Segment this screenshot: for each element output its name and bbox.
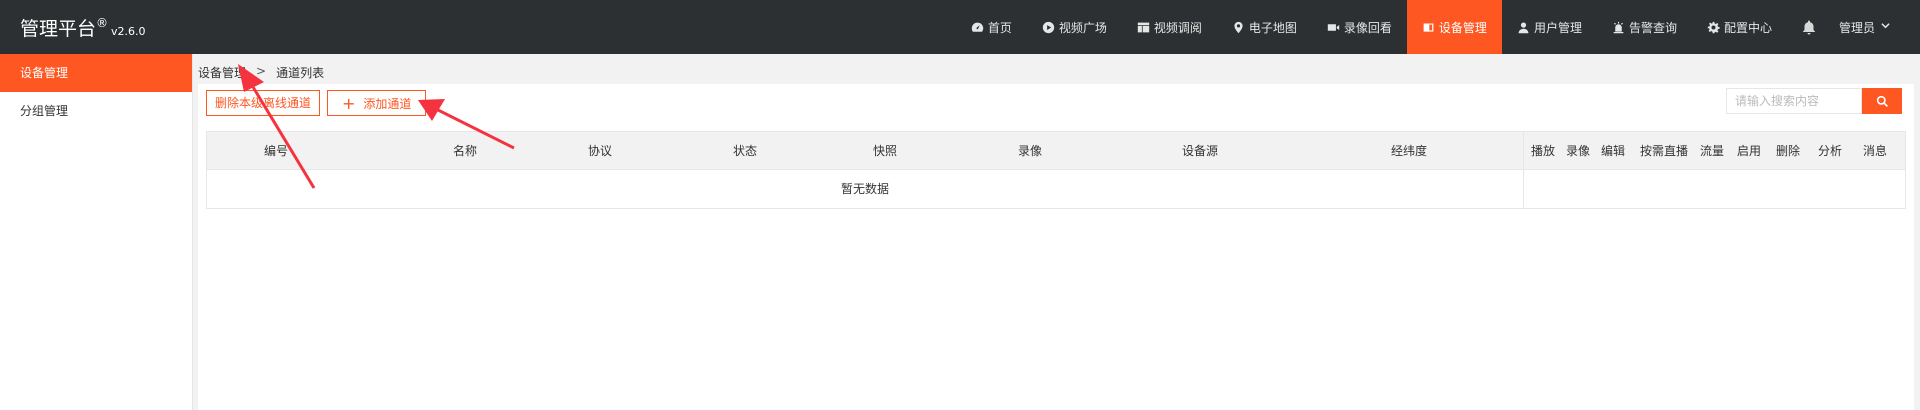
nav-label: 电子地图 <box>1248 20 1297 35</box>
dashboard-icon <box>971 20 985 34</box>
brand: 管理平台 ® v2.6.0 <box>20 14 146 41</box>
nav-home[interactable]: 首页 <box>956 0 1027 54</box>
alarm-icon <box>1612 20 1626 34</box>
nav-label: 设备管理 <box>1438 20 1487 35</box>
column-header-on-demand-live[interactable]: 按需直播 <box>1633 132 1695 170</box>
channel-list-panel: 删除本级离线通道 + 添加通道 编号 名称 协议 状态 快照 录像 设备源 经纬度… <box>198 84 1914 410</box>
delete-offline-channels-button[interactable]: 删除本级离线通道 <box>206 90 321 116</box>
nav-map[interactable]: 电子地图 <box>1217 0 1312 54</box>
nav-alarm-query[interactable]: 告警查询 <box>1597 0 1692 54</box>
breadcrumb: 设备管理 > 通道列表 <box>198 64 324 81</box>
nav-user-management[interactable]: 用户管理 <box>1502 0 1597 54</box>
user-icon <box>1517 20 1531 34</box>
nav-label: 录像回看 <box>1343 20 1392 35</box>
nav-label: 用户管理 <box>1533 20 1582 35</box>
column-header-delete[interactable]: 删除 <box>1769 132 1807 170</box>
registered-mark: ® <box>96 16 109 30</box>
plus-icon: + <box>342 94 356 113</box>
video-camera-icon <box>1327 20 1341 34</box>
play-circle-icon <box>1042 20 1056 34</box>
empty-state-text: 暂无数据 <box>840 182 889 196</box>
column-header-coordinates[interactable]: 经纬度 <box>1295 132 1523 170</box>
column-header-play[interactable]: 播放 <box>1523 132 1563 170</box>
column-header-message[interactable]: 消息 <box>1853 132 1897 170</box>
channel-table: 编号 名称 协议 状态 快照 录像 设备源 经纬度 播放 录像 编辑 按需直播 … <box>206 131 1906 209</box>
nav-label: 首页 <box>987 20 1012 35</box>
column-header-protocol[interactable]: 协议 <box>525 132 675 170</box>
add-channel-label: 添加通道 <box>363 97 412 111</box>
bell-icon <box>1802 20 1815 35</box>
notification-button[interactable] <box>1787 0 1831 54</box>
column-header-recording[interactable]: 录像 <box>955 132 1105 170</box>
brand-title: 管理平台 <box>20 18 97 40</box>
column-header-record[interactable]: 录像 <box>1563 132 1593 170</box>
column-header-enable[interactable]: 启用 <box>1729 132 1769 170</box>
column-header-status[interactable]: 状态 <box>675 132 815 170</box>
column-header-snapshot[interactable]: 快照 <box>815 132 955 170</box>
search-box <box>1726 88 1902 114</box>
device-icon <box>1422 20 1436 34</box>
sidebar-item-group-management[interactable]: 分组管理 <box>0 92 192 130</box>
column-header-device-source[interactable]: 设备源 <box>1105 132 1295 170</box>
nav-label: 告警查询 <box>1628 20 1677 35</box>
top-header: 管理平台 ® v2.6.0 首页 视频广场 视频调阅 电子地图 录像回看 设备管… <box>0 0 1920 54</box>
nav-label: 视频调阅 <box>1153 20 1202 35</box>
sidebar-item-device-management[interactable]: 设备管理 <box>0 54 192 92</box>
breadcrumb-current: 通道列表 <box>276 66 325 80</box>
search-input[interactable] <box>1726 88 1862 114</box>
top-nav: 首页 视频广场 视频调阅 电子地图 录像回看 设备管理 用户管理 告警查询 配置… <box>956 0 1920 54</box>
nav-label: 配置中心 <box>1723 20 1772 35</box>
location-pin-icon <box>1232 20 1246 34</box>
layout-icon <box>1137 20 1151 34</box>
column-header-traffic[interactable]: 流量 <box>1695 132 1729 170</box>
chevron-down-icon <box>1881 21 1890 33</box>
user-menu[interactable]: 管理员 <box>1831 0 1920 54</box>
breadcrumb-separator: > <box>256 64 267 78</box>
nav-device-management[interactable]: 设备管理 <box>1406 0 1502 54</box>
fixed-column-divider <box>1523 132 1524 208</box>
nav-playback[interactable]: 录像回看 <box>1312 0 1407 54</box>
version-label: v2.6.0 <box>111 25 146 38</box>
table-header: 编号 名称 协议 状态 快照 录像 设备源 经纬度 播放 录像 编辑 按需直播 … <box>207 132 1905 170</box>
gear-icon <box>1707 20 1721 34</box>
search-icon <box>1876 95 1888 107</box>
add-channel-button[interactable]: + 添加通道 <box>327 90 427 116</box>
nav-label: 视频广场 <box>1058 20 1107 35</box>
main-content: 设备管理 > 通道列表 删除本级离线通道 + 添加通道 编号 名称 协议 状态 快… <box>194 54 1920 410</box>
sidebar: 设备管理 分组管理 <box>0 54 193 410</box>
nav-config-center[interactable]: 配置中心 <box>1692 0 1787 54</box>
column-header-edit[interactable]: 编辑 <box>1593 132 1633 170</box>
column-header-id[interactable]: 编号 <box>207 132 345 170</box>
user-name: 管理员 <box>1838 20 1875 35</box>
nav-video-view[interactable]: 视频调阅 <box>1122 0 1217 54</box>
breadcrumb-parent[interactable]: 设备管理 <box>198 64 246 81</box>
column-header-analyze[interactable]: 分析 <box>1807 132 1853 170</box>
search-button[interactable] <box>1862 88 1902 114</box>
nav-video-square[interactable]: 视频广场 <box>1027 0 1122 54</box>
